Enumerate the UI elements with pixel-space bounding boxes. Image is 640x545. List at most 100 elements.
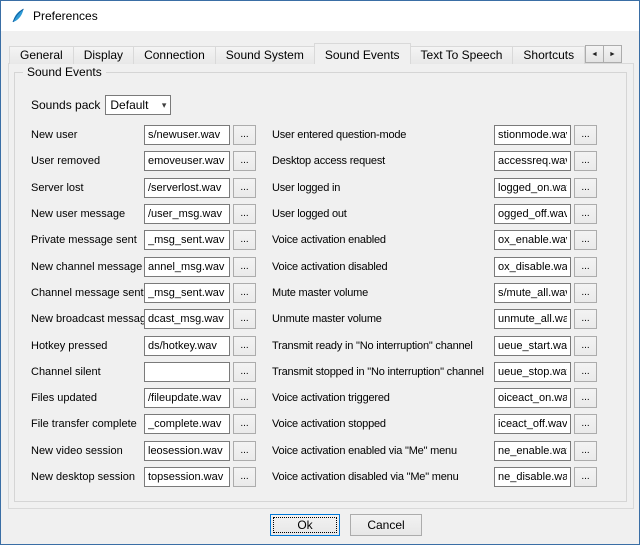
sound-file-input[interactable]	[144, 336, 230, 356]
sound-event-row: Voice activation disabled via "Me" menu …	[272, 464, 600, 490]
browse-button[interactable]: ...	[233, 204, 256, 224]
ok-button[interactable]: Ok	[270, 514, 340, 536]
sound-file-input[interactable]	[144, 283, 230, 303]
sound-file-input[interactable]	[494, 388, 571, 408]
tab-connection[interactable]: Connection	[133, 46, 216, 64]
sound-event-row: Files updated ...	[31, 385, 259, 411]
sound-file-input[interactable]	[144, 414, 230, 434]
browse-button[interactable]: ...	[233, 230, 256, 250]
browse-button[interactable]: ...	[574, 283, 597, 303]
browse-button[interactable]: ...	[574, 336, 597, 356]
sound-event-row: New broadcast message ...	[31, 306, 259, 332]
browse-button[interactable]: ...	[233, 309, 256, 329]
sound-event-row: New user message ...	[31, 201, 259, 227]
right-arrow-icon: ►	[609, 51, 616, 58]
sound-file-input[interactable]	[144, 441, 230, 461]
sound-file-input[interactable]	[494, 204, 571, 224]
browse-button[interactable]: ...	[574, 414, 597, 434]
browse-button[interactable]: ...	[574, 467, 597, 487]
chevron-down-icon: ▾	[162, 100, 167, 111]
browse-button[interactable]: ...	[233, 441, 256, 461]
sound-event-row: Voice activation disabled ...	[272, 253, 600, 279]
sound-file-input[interactable]	[494, 336, 571, 356]
sound-file-input[interactable]	[494, 309, 571, 329]
sound-file-input[interactable]	[494, 257, 571, 277]
sound-event-row: Channel message sent ...	[31, 280, 259, 306]
tab-shortcuts[interactable]: Shortcuts	[512, 46, 585, 64]
browse-button[interactable]: ...	[233, 151, 256, 171]
tab-scroll-right-button[interactable]: ►	[603, 45, 622, 63]
sound-file-input[interactable]	[144, 388, 230, 408]
sound-events-groupbox: Sound Events Sounds pack Default ▾ New u…	[14, 72, 627, 502]
sound-event-row: Voice activation stopped ...	[272, 411, 600, 437]
sound-event-label: New user	[31, 129, 144, 141]
sound-event-label: Private message sent	[31, 234, 144, 246]
sound-file-input[interactable]	[494, 414, 571, 434]
sound-event-row: Transmit ready in "No interruption" chan…	[272, 332, 600, 358]
sound-event-row: Voice activation enabled ...	[272, 227, 600, 253]
sound-file-input[interactable]	[144, 204, 230, 224]
sound-event-row: New desktop session ...	[31, 464, 259, 490]
sound-event-label: Files updated	[31, 392, 144, 404]
sound-event-row: Mute master volume ...	[272, 280, 600, 306]
sound-file-input[interactable]	[144, 309, 230, 329]
browse-button[interactable]: ...	[233, 178, 256, 198]
browse-button[interactable]: ...	[233, 283, 256, 303]
sound-file-input[interactable]	[494, 125, 571, 145]
sound-file-input[interactable]	[494, 467, 571, 487]
browse-button[interactable]: ...	[574, 230, 597, 250]
sound-event-label: Channel silent	[31, 366, 144, 378]
sound-event-label: Voice activation enabled via "Me" menu	[272, 445, 494, 457]
sound-file-input[interactable]	[494, 283, 571, 303]
sound-event-label: Voice activation disabled via "Me" menu	[272, 471, 494, 483]
sound-event-row: User removed ...	[31, 148, 259, 174]
browse-button[interactable]: ...	[233, 467, 256, 487]
cancel-button[interactable]: Cancel	[350, 514, 422, 536]
browse-button[interactable]: ...	[574, 362, 597, 382]
sound-event-row: Voice activation triggered ...	[272, 385, 600, 411]
sound-file-input[interactable]	[144, 178, 230, 198]
sound-file-input[interactable]	[494, 362, 571, 382]
tab-sound-events[interactable]: Sound Events	[314, 43, 411, 64]
sound-file-input[interactable]	[494, 230, 571, 250]
app-icon	[10, 8, 26, 24]
browse-button[interactable]: ...	[574, 309, 597, 329]
tab-display[interactable]: Display	[73, 46, 134, 64]
browse-button[interactable]: ...	[574, 204, 597, 224]
tab-sound-system[interactable]: Sound System	[215, 46, 315, 64]
sounds-pack-label: Sounds pack	[31, 98, 100, 112]
sound-file-input[interactable]	[494, 441, 571, 461]
sounds-pack-select[interactable]: Default ▾	[105, 95, 171, 115]
browse-button[interactable]: ...	[233, 388, 256, 408]
sound-file-input[interactable]	[494, 151, 571, 171]
browse-button[interactable]: ...	[233, 362, 256, 382]
browse-button[interactable]: ...	[233, 336, 256, 356]
browse-button[interactable]: ...	[574, 178, 597, 198]
browse-button[interactable]: ...	[574, 125, 597, 145]
sound-file-input[interactable]	[144, 151, 230, 171]
sound-event-label: Voice activation triggered	[272, 392, 494, 404]
sound-file-input[interactable]	[144, 125, 230, 145]
sound-file-input[interactable]	[144, 230, 230, 250]
sound-event-row: Channel silent ...	[31, 359, 259, 385]
browse-button[interactable]: ...	[574, 388, 597, 408]
sound-event-label: Voice activation stopped	[272, 418, 494, 430]
tab-general[interactable]: General	[9, 46, 74, 64]
sound-file-input[interactable]	[144, 467, 230, 487]
tab-text-to-speech[interactable]: Text To Speech	[410, 46, 514, 64]
titlebar: Preferences	[1, 1, 639, 31]
sound-file-input[interactable]	[144, 257, 230, 277]
sound-event-label: New user message	[31, 208, 144, 220]
tab-scroll-left-button[interactable]: ◄	[585, 45, 604, 63]
browse-button[interactable]: ...	[233, 125, 256, 145]
browse-button[interactable]: ...	[574, 151, 597, 171]
browse-button[interactable]: ...	[574, 441, 597, 461]
sound-file-input[interactable]	[144, 362, 230, 382]
browse-button[interactable]: ...	[574, 257, 597, 277]
sound-event-label: Desktop access request	[272, 155, 494, 167]
sound-event-label: User logged out	[272, 208, 494, 220]
sound-event-label: New desktop session	[31, 471, 144, 483]
browse-button[interactable]: ...	[233, 257, 256, 277]
browse-button[interactable]: ...	[233, 414, 256, 434]
sound-file-input[interactable]	[494, 178, 571, 198]
